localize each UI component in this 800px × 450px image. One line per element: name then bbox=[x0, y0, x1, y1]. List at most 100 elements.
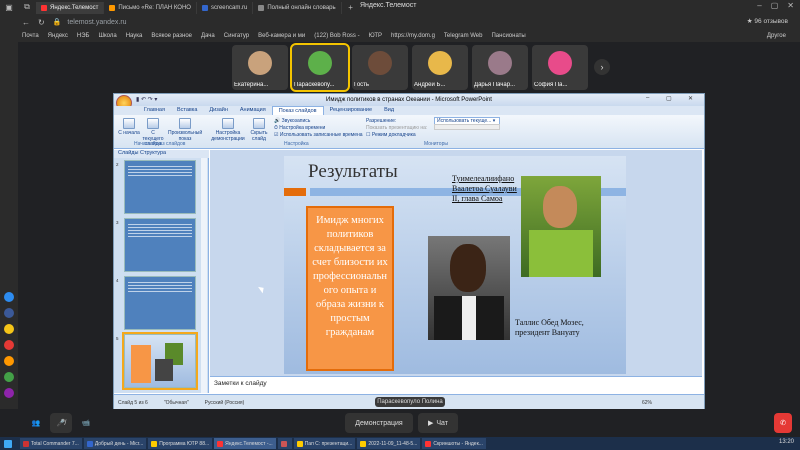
ribbon-tab-view[interactable]: Вид bbox=[378, 106, 400, 115]
presenter-mode-checkbox[interactable]: ☐ Режим докладчика bbox=[366, 132, 416, 138]
bookmark-item[interactable]: ЮТР bbox=[369, 33, 382, 39]
hide-slide-button[interactable]: Скрыть слайд bbox=[246, 118, 272, 142]
show-on-label: Показать презентацию на: bbox=[366, 125, 428, 131]
camera-button[interactable]: 📹 bbox=[76, 413, 96, 433]
tab-mail[interactable]: Письмо «Re: ПЛАН КОНО bbox=[104, 2, 197, 14]
maximize-icon[interactable]: ▢ bbox=[771, 1, 779, 10]
ribbon-tab-slideshow[interactable]: Показ слайдов bbox=[271, 106, 324, 115]
caption-samoa: Туимелеалиифано Ваалетоа Суалауви II, гл… bbox=[452, 174, 517, 203]
slideshow-icon bbox=[123, 118, 135, 129]
bookmark-item[interactable]: НЭБ bbox=[77, 33, 90, 39]
chat-button[interactable]: ▶ Чат bbox=[418, 413, 458, 433]
slides-pane-scrollbar[interactable] bbox=[201, 158, 207, 393]
zoom-level[interactable]: 62% bbox=[642, 400, 652, 406]
record-narration-check[interactable]: 🔊 Звукозапись bbox=[274, 118, 310, 124]
back-icon[interactable]: ← bbox=[22, 18, 30, 27]
tab-dictionary[interactable]: Полный онлайн словарь bbox=[253, 2, 342, 14]
sidebar-app-icon[interactable] bbox=[4, 340, 14, 350]
ribbon-tab-animation[interactable]: Анимация bbox=[234, 106, 272, 115]
slide-accent-bar bbox=[284, 188, 306, 196]
browser-menu-icon[interactable]: ▣ bbox=[0, 0, 18, 14]
current-slide[interactable]: Результаты Имидж многих политиков склады… bbox=[284, 156, 626, 374]
status-slide-count: Слайд 5 из 6 bbox=[118, 399, 148, 406]
url-field[interactable]: telemost.yandex.ru bbox=[67, 19, 126, 26]
bookmark-item[interactable]: Школа bbox=[98, 33, 116, 39]
tab-screencam[interactable]: screencam.ru bbox=[197, 2, 254, 14]
sidebar-app-icon[interactable] bbox=[4, 308, 14, 318]
participant-tile[interactable]: Андрей Б... bbox=[412, 45, 468, 90]
bookmark-item[interactable]: Всякое разное bbox=[151, 33, 192, 39]
taskbar-item[interactable]: 2022-11-09_11-48-5... bbox=[357, 438, 421, 449]
status-language: Русский (Россия) bbox=[204, 399, 245, 406]
thumb-orange-box bbox=[131, 345, 151, 383]
slide-thumbnail-selected[interactable] bbox=[122, 332, 198, 390]
bookmark-item[interactable]: https://my.dom.g bbox=[391, 33, 435, 39]
ppt-minimize-icon[interactable]: – bbox=[646, 95, 649, 101]
participant-tile[interactable]: Дарья Пачар... bbox=[472, 45, 528, 90]
minimize-icon[interactable]: – bbox=[757, 1, 761, 10]
bookmark-item[interactable]: Пансионаты bbox=[491, 33, 525, 39]
taskbar-item[interactable]: Яндекс.Телемост -... bbox=[214, 438, 276, 449]
next-participants-button[interactable]: › bbox=[594, 59, 610, 75]
slide-thumbnail[interactable] bbox=[124, 218, 196, 272]
tab-list-icon[interactable]: ⧉ bbox=[18, 0, 36, 14]
show-on-select[interactable] bbox=[434, 124, 500, 130]
sidebar-app-icon[interactable] bbox=[4, 372, 14, 382]
windows-taskbar: Total Commander 7... Добрый день - Micr.… bbox=[0, 437, 800, 450]
screen-share-button[interactable]: Демонстрация bbox=[345, 413, 413, 433]
notes-pane[interactable]: Заметки к слайду bbox=[210, 376, 702, 394]
ribbon-tab-design[interactable]: Дизайн bbox=[203, 106, 234, 115]
mic-off-button[interactable]: 🎤̸ bbox=[50, 413, 72, 433]
reload-icon[interactable]: ↻ bbox=[38, 18, 45, 27]
taskbar-item[interactable]: Total Commander 7... bbox=[20, 438, 82, 449]
bookmarks-other[interactable]: Другое bbox=[767, 33, 786, 39]
from-start-button[interactable]: С начала bbox=[116, 118, 142, 137]
mail-favicon bbox=[109, 5, 116, 11]
bookmark-item[interactable]: Яндекс bbox=[48, 33, 68, 39]
participant-tile[interactable]: Гость bbox=[352, 45, 408, 90]
photo-vanuatu-president bbox=[428, 236, 510, 340]
thumb-photo bbox=[155, 359, 173, 381]
participant-tile[interactable]: Параскевопу... bbox=[290, 43, 350, 92]
ppt-close-icon[interactable]: ✕ bbox=[688, 95, 693, 102]
taskbar-item[interactable]: Добрый день - Micr... bbox=[83, 438, 147, 449]
quick-access-toolbar[interactable]: ▮ ↶ ↷ ▾ bbox=[136, 96, 157, 103]
bookmark-item[interactable]: (122) Bob Ross - bbox=[314, 33, 359, 39]
use-timings-checkbox[interactable]: ☑ Использовать записанные времена bbox=[274, 132, 363, 138]
bookmark-item[interactable]: Сингатур bbox=[224, 33, 249, 39]
reviews-badge[interactable]: ★ 96 отзывов bbox=[747, 17, 788, 25]
screencam-favicon bbox=[201, 5, 208, 11]
ribbon-tab-insert[interactable]: Вставка bbox=[171, 106, 203, 115]
taskbar-item[interactable] bbox=[277, 438, 292, 449]
windows-start-icon[interactable] bbox=[4, 439, 12, 448]
sidebar-app-icon[interactable] bbox=[4, 292, 14, 302]
taskbar-item[interactable]: Скриншоты - Яндек... bbox=[422, 438, 486, 449]
sidebar-app-icon[interactable] bbox=[4, 324, 14, 334]
sidebar-app-icon[interactable] bbox=[4, 356, 14, 366]
ppt-maximize-icon[interactable]: ▢ bbox=[666, 95, 672, 102]
participant-tile[interactable]: Екатерина... bbox=[232, 45, 288, 90]
bookmark-item[interactable]: Веб-камера и ми bbox=[258, 33, 305, 39]
bookmark-item[interactable]: Дача bbox=[201, 33, 215, 39]
bookmark-item[interactable]: Telegram Web bbox=[444, 33, 483, 39]
close-icon[interactable]: ✕ bbox=[787, 1, 794, 10]
participants-icon[interactable]: 👥 bbox=[26, 413, 46, 433]
slide-number: 4 bbox=[116, 278, 119, 283]
taskbar-item[interactable]: Пап С: презентаци... bbox=[293, 438, 356, 449]
ribbon-tab-home[interactable]: Главная bbox=[138, 106, 171, 115]
ribbon-tab-review[interactable]: Рецензирование bbox=[324, 106, 378, 115]
tab-telemost[interactable]: Яндекс.Телемост bbox=[36, 2, 105, 14]
participant-tile[interactable]: София Па... bbox=[532, 45, 588, 90]
hangup-button[interactable]: ✆ bbox=[774, 413, 792, 433]
slide-thumbnail[interactable] bbox=[124, 160, 196, 214]
slide-thumbnail[interactable] bbox=[124, 276, 196, 330]
custom-show-button[interactable]: Произвольный показ bbox=[168, 118, 202, 142]
taskbar-item[interactable]: Программа ЮТР 88... bbox=[148, 438, 213, 449]
setup-show-button[interactable]: Настройка демонстрации bbox=[210, 118, 246, 142]
new-tab-button[interactable]: + bbox=[342, 0, 360, 14]
slides-pane-tabs[interactable]: Слайды Структура bbox=[114, 150, 209, 158]
bookmark-item[interactable]: Почта bbox=[22, 33, 39, 39]
rehearse-timings-check[interactable]: ⏱ Настройка времени bbox=[274, 125, 325, 131]
sidebar-app-icon[interactable] bbox=[4, 388, 14, 398]
bookmark-item[interactable]: Наука bbox=[126, 33, 143, 39]
